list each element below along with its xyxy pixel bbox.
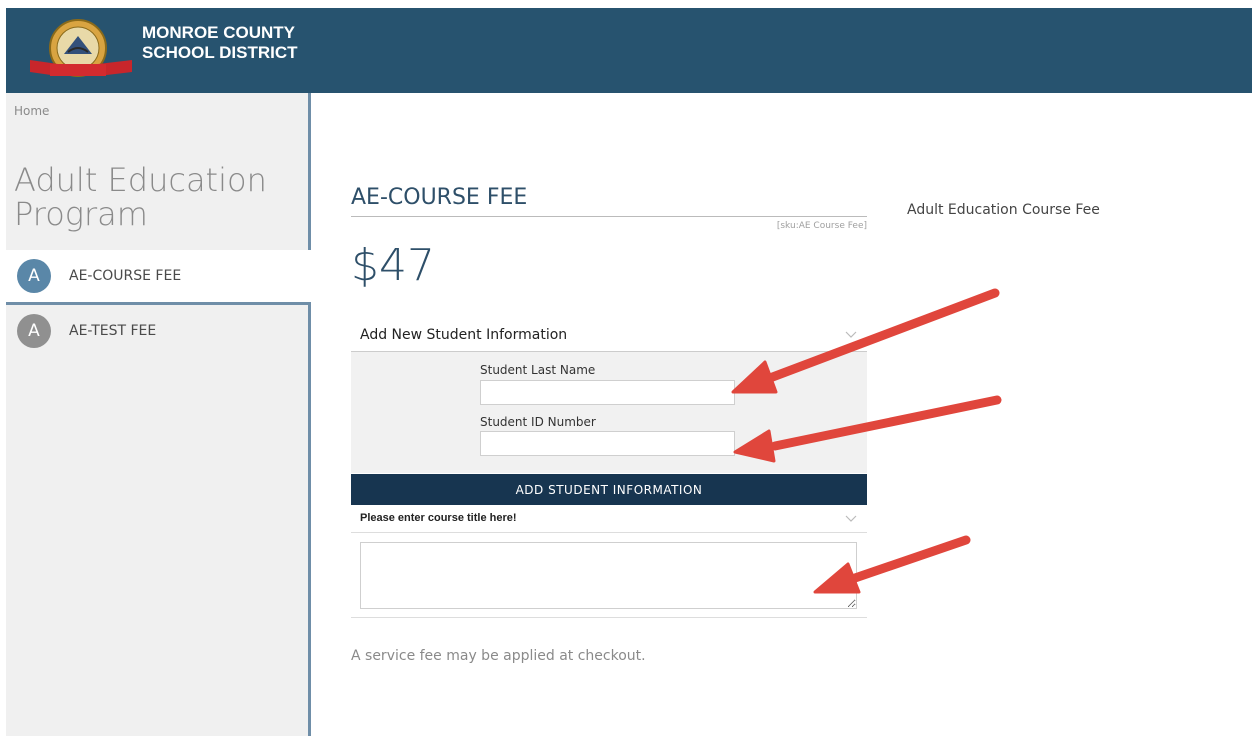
district-name-line1: MONROE COUNTY [142, 23, 295, 42]
district-seal-icon[interactable] [28, 14, 134, 86]
last-name-label: Student Last Name [480, 363, 596, 377]
sidebar-item-label: AE-TEST FEE [69, 323, 157, 339]
sidebar-item-label: AE-COURSE FEE [69, 268, 182, 284]
district-name-line2: SCHOOL DISTRICT [142, 43, 298, 62]
test-fee-initial-avatar: A [17, 314, 51, 348]
student-info-section-header[interactable]: Add New Student Information [351, 318, 867, 352]
student-id-input[interactable] [480, 431, 735, 456]
course-title-section-header[interactable]: Please enter course title here! [351, 505, 867, 533]
sidebar-item-test-fee[interactable]: A AE-TEST FEE [6, 305, 308, 357]
sidebar-item-course-fee[interactable]: A AE-COURSE FEE [6, 250, 311, 305]
district-name: MONROE COUNTY SCHOOL DISTRICT [142, 23, 298, 63]
student-id-label: Student ID Number [480, 415, 596, 429]
breadcrumb-home[interactable]: Home [14, 104, 49, 118]
student-form-panel: Student Last Name Student ID Number [351, 352, 867, 473]
program-title: Adult Education Program [14, 163, 267, 231]
course-title-textarea[interactable] [360, 542, 857, 609]
product-price: $47 [351, 240, 435, 291]
course-title-prompt: Please enter course title here! [360, 512, 517, 524]
site-header: MONROE COUNTY SCHOOL DISTRICT [6, 8, 1252, 93]
last-name-input[interactable] [480, 380, 735, 405]
title-divider [351, 216, 867, 217]
chevron-down-icon [845, 515, 857, 522]
chevron-down-icon [845, 331, 857, 338]
service-fee-note: A service fee may be applied at checkout… [351, 648, 646, 664]
add-student-button[interactable]: ADD STUDENT INFORMATION [351, 474, 867, 505]
sidebar: Home Adult Education Program A AE-COURSE… [6, 93, 311, 736]
form-bottom-divider [351, 617, 867, 618]
product-description: Adult Education Course Fee [907, 202, 1100, 218]
program-title-line1: Adult Education [14, 161, 267, 199]
product-title: AE-COURSE FEE [351, 185, 528, 210]
course-fee-initial-avatar: A [17, 259, 51, 293]
sku-label: [sku:AE Course Fee] [776, 221, 867, 231]
program-title-line2: Program [14, 195, 148, 233]
student-info-section-title: Add New Student Information [360, 327, 568, 343]
